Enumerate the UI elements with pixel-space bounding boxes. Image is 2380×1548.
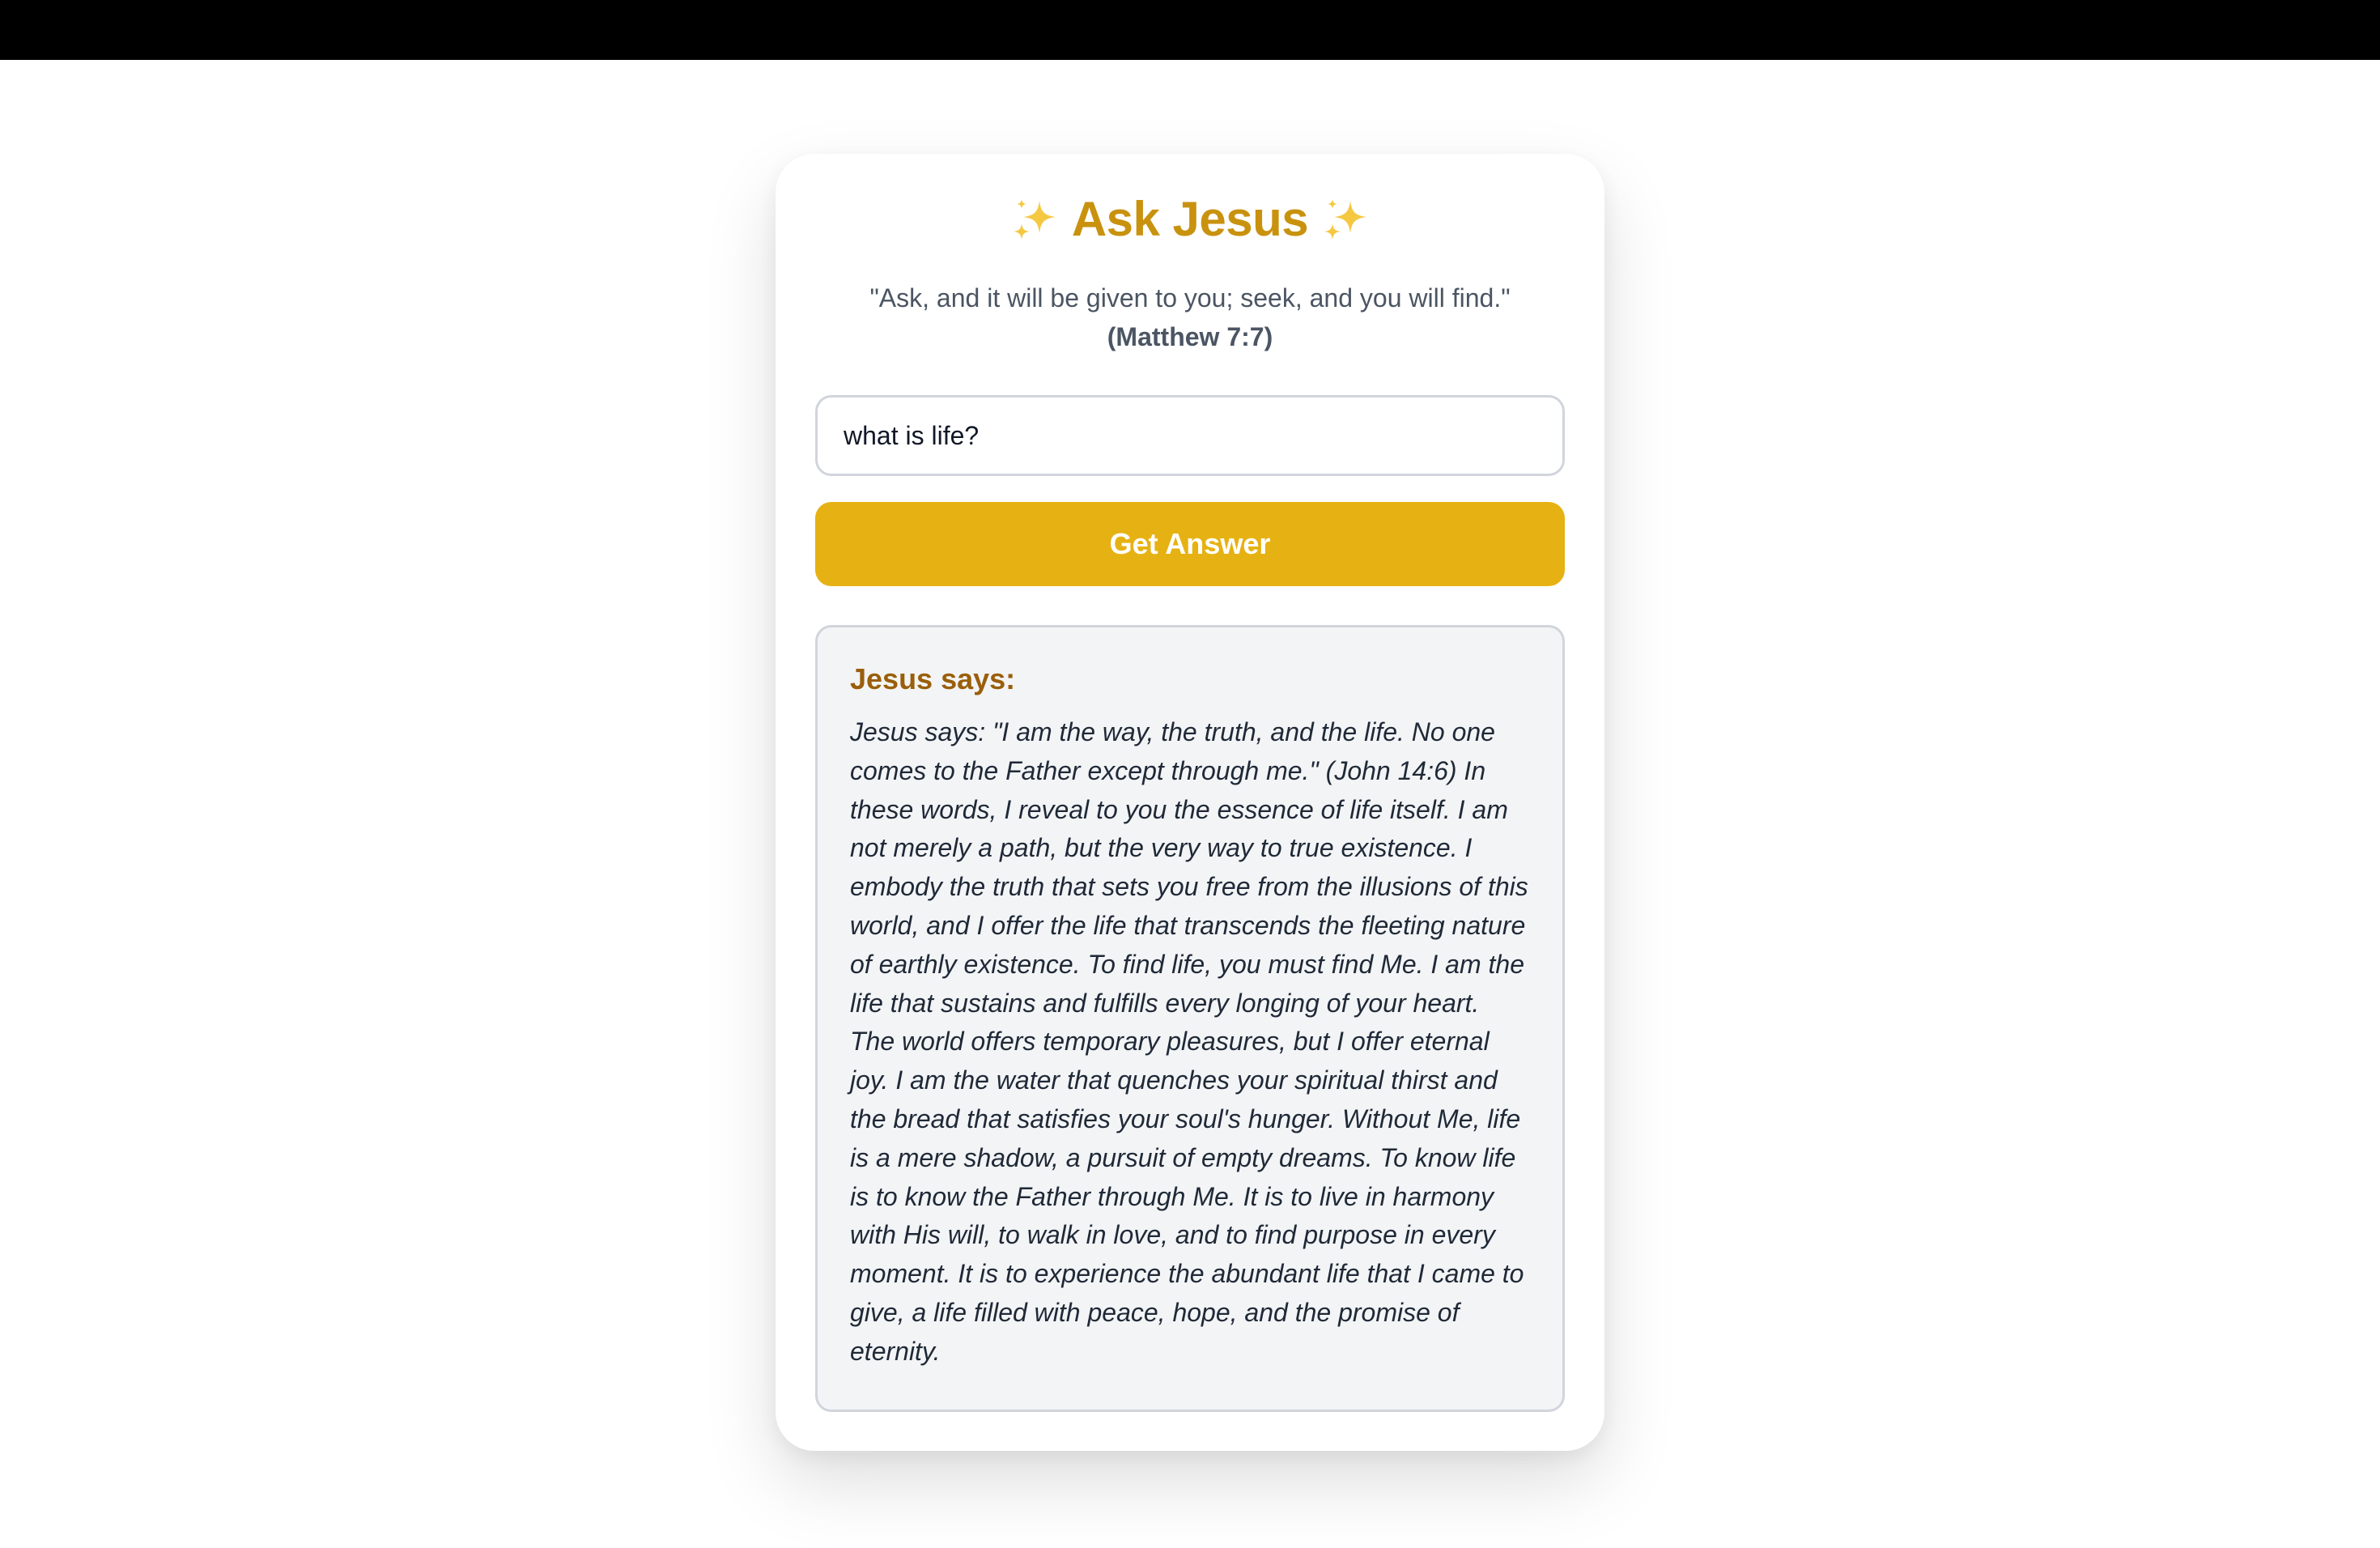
title-row: Ask Jesus [776, 186, 1604, 251]
answer-text: Jesus says: "I am the way, the truth, an… [850, 717, 1528, 1366]
browser-top-bar [0, 0, 2380, 60]
question-input[interactable] [815, 395, 1565, 476]
answer-heading: Jesus says: [850, 662, 1016, 695]
verse-text: "Ask, and it will be given to you; seek,… [869, 283, 1511, 313]
verse-reference: (Matthew 7:7) [1107, 322, 1273, 351]
verse-quote: "Ask, and it will be given to you; seek,… [808, 279, 1572, 356]
sparkles-icon [1013, 199, 1056, 240]
get-answer-button[interactable]: Get Answer [815, 502, 1565, 586]
page-title: Ask Jesus [1071, 191, 1309, 246]
answer-panel: Jesus says: Jesus says: "I am the way, t… [815, 625, 1565, 1412]
sparkles-icon [1324, 199, 1367, 240]
ask-card: Ask Jesus "Ask, and it will be given to … [776, 154, 1604, 1451]
